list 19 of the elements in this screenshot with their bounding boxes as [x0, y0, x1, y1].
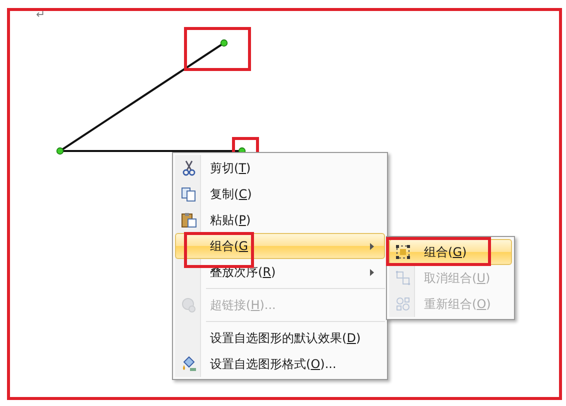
line-handle[interactable]: [56, 147, 64, 155]
scissors-icon: [182, 160, 196, 176]
globe-icon: [181, 297, 197, 313]
copy-icon: [181, 186, 197, 202]
submenu-arrow-icon: [370, 268, 374, 276]
menu-item[interactable]: 设置自选图形格式(O)...: [175, 351, 385, 377]
group-icon: [395, 244, 411, 260]
menu-item[interactable]: 复制(C): [175, 181, 385, 207]
paragraph-mark: ↵: [36, 9, 46, 21]
menu-item[interactable]: 剪切(T): [175, 155, 385, 181]
menu-item[interactable]: 设置自选图形的默认效果(D): [175, 325, 385, 351]
regroup-icon: [395, 296, 411, 312]
menu-item[interactable]: 粘贴(P): [175, 207, 385, 233]
paint-bucket-icon: [181, 356, 197, 372]
line-handle[interactable]: [220, 39, 228, 47]
clipboard-icon: [181, 212, 197, 228]
ungroup-icon: [395, 270, 411, 286]
menu-item[interactable]: 组合(G: [175, 233, 385, 259]
submenu-arrow-icon: [370, 242, 374, 250]
